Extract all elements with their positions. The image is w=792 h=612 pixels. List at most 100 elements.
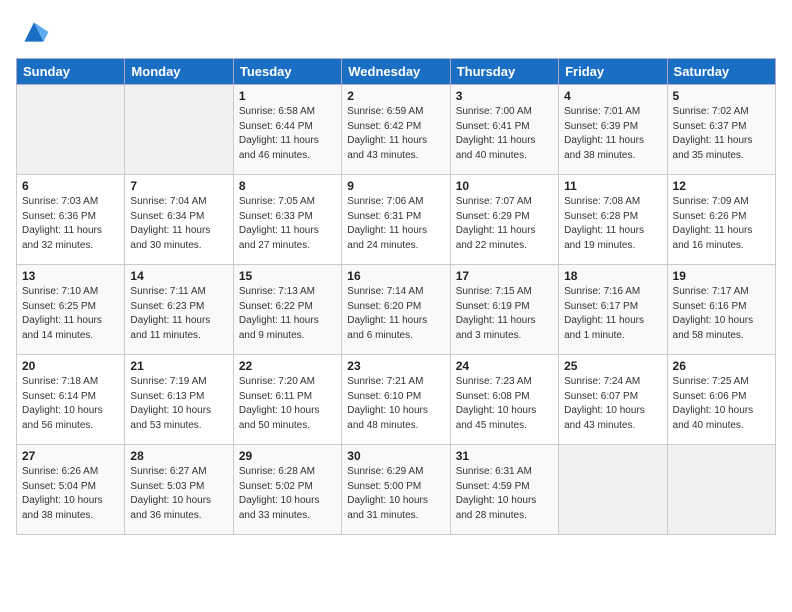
- day-cell: 2 Sunrise: 6:59 AM Sunset: 6:42 PM Daylig…: [342, 85, 450, 175]
- day-cell: 30 Sunrise: 6:29 AM Sunset: 5:00 PM Dayli…: [342, 445, 450, 535]
- week-row-5: 27Sunrise: 6:26 AM Sunset: 5:04 PM Dayli…: [17, 445, 776, 535]
- day-info: Sunrise: 6:29 AM Sunset: 5:00 PM Dayligh…: [347, 465, 444, 523]
- day-info: Sunrise: 7:05 AM Sunset: 6:33 PM Dayligh…: [239, 195, 336, 253]
- day-number: 29: [239, 449, 336, 463]
- day-cell: 14 Sunrise: 7:11 AM Sunset: 6:23 PM Dayli…: [125, 265, 233, 355]
- day-cell: 19Sunrise: 7:17 AM Sunset: 6:16 PM Dayli…: [667, 265, 775, 355]
- day-cell: 13Sunrise: 7:10 AM Sunset: 6:25 PM Dayli…: [17, 265, 125, 355]
- day-number: 31: [456, 449, 553, 463]
- day-info: Sunrise: 6:58 AM Sunset: 6:44 PM Dayligh…: [239, 105, 336, 163]
- day-info: Sunrise: 7:02 AM Sunset: 6:37 PM Dayligh…: [673, 105, 770, 163]
- day-number: 1: [239, 89, 336, 103]
- day-number: 15: [239, 269, 336, 283]
- day-number: 9: [347, 179, 444, 193]
- day-number: 18: [564, 269, 661, 283]
- day-cell: 7 Sunrise: 7:04 AM Sunset: 6:34 PM Daylig…: [125, 175, 233, 265]
- day-info: Sunrise: 7:23 AM Sunset: 6:08 PM Dayligh…: [456, 375, 553, 433]
- day-cell: 11 Sunrise: 7:08 AM Sunset: 6:28 PM Dayli…: [559, 175, 667, 265]
- day-number: 14: [130, 269, 227, 283]
- day-info: Sunrise: 7:21 AM Sunset: 6:10 PM Dayligh…: [347, 375, 444, 433]
- day-cell: 22Sunrise: 7:20 AM Sunset: 6:11 PM Dayli…: [233, 355, 341, 445]
- day-cell: [17, 85, 125, 175]
- day-cell: 21Sunrise: 7:19 AM Sunset: 6:13 PM Dayli…: [125, 355, 233, 445]
- day-cell: 16 Sunrise: 7:14 AM Sunset: 6:20 PM Dayli…: [342, 265, 450, 355]
- day-info: Sunrise: 6:59 AM Sunset: 6:42 PM Dayligh…: [347, 105, 444, 163]
- day-number: 23: [347, 359, 444, 373]
- day-info: Sunrise: 7:06 AM Sunset: 6:31 PM Dayligh…: [347, 195, 444, 253]
- day-number: 21: [130, 359, 227, 373]
- day-number: 7: [130, 179, 227, 193]
- day-info: Sunrise: 7:04 AM Sunset: 6:34 PM Dayligh…: [130, 195, 227, 253]
- day-number: 24: [456, 359, 553, 373]
- day-info: Sunrise: 7:07 AM Sunset: 6:29 PM Dayligh…: [456, 195, 553, 253]
- day-info: Sunrise: 7:10 AM Sunset: 6:25 PM Dayligh…: [22, 285, 119, 343]
- day-number: 16: [347, 269, 444, 283]
- col-header-sunday: Sunday: [17, 59, 125, 85]
- day-cell: 28 Sunrise: 6:27 AM Sunset: 5:03 PM Dayli…: [125, 445, 233, 535]
- day-cell: 3 Sunrise: 7:00 AM Sunset: 6:41 PM Daylig…: [450, 85, 558, 175]
- day-number: 2: [347, 89, 444, 103]
- day-info: Sunrise: 7:24 AM Sunset: 6:07 PM Dayligh…: [564, 375, 661, 433]
- day-cell: 29 Sunrise: 6:28 AM Sunset: 5:02 PM Dayli…: [233, 445, 341, 535]
- day-number: 17: [456, 269, 553, 283]
- day-info: Sunrise: 6:31 AM Sunset: 4:59 PM Dayligh…: [456, 465, 553, 523]
- day-cell: 24 Sunrise: 7:23 AM Sunset: 6:08 PM Dayli…: [450, 355, 558, 445]
- logo: [16, 16, 50, 48]
- day-cell: 20 Sunrise: 7:18 AM Sunset: 6:14 PM Dayli…: [17, 355, 125, 445]
- day-cell: 8 Sunrise: 7:05 AM Sunset: 6:33 PM Daylig…: [233, 175, 341, 265]
- day-info: Sunrise: 7:09 AM Sunset: 6:26 PM Dayligh…: [673, 195, 770, 253]
- day-cell: [667, 445, 775, 535]
- day-cell: [125, 85, 233, 175]
- day-cell: 9 Sunrise: 7:06 AM Sunset: 6:31 PM Daylig…: [342, 175, 450, 265]
- day-cell: 27Sunrise: 6:26 AM Sunset: 5:04 PM Dayli…: [17, 445, 125, 535]
- day-number: 20: [22, 359, 119, 373]
- day-number: 11: [564, 179, 661, 193]
- day-number: 3: [456, 89, 553, 103]
- day-number: 22: [239, 359, 336, 373]
- day-info: Sunrise: 7:25 AM Sunset: 6:06 PM Dayligh…: [673, 375, 770, 433]
- header: [16, 16, 776, 48]
- week-row-3: 13Sunrise: 7:10 AM Sunset: 6:25 PM Dayli…: [17, 265, 776, 355]
- day-cell: 12 Sunrise: 7:09 AM Sunset: 6:26 PM Dayli…: [667, 175, 775, 265]
- day-number: 6: [22, 179, 119, 193]
- day-cell: 26 Sunrise: 7:25 AM Sunset: 6:06 PM Dayli…: [667, 355, 775, 445]
- day-number: 19: [673, 269, 770, 283]
- day-cell: 18 Sunrise: 7:16 AM Sunset: 6:17 PM Dayli…: [559, 265, 667, 355]
- day-info: Sunrise: 6:28 AM Sunset: 5:02 PM Dayligh…: [239, 465, 336, 523]
- header-row: SundayMondayTuesdayWednesdayThursdayFrid…: [17, 59, 776, 85]
- day-cell: [559, 445, 667, 535]
- day-info: Sunrise: 7:16 AM Sunset: 6:17 PM Dayligh…: [564, 285, 661, 343]
- day-cell: 25Sunrise: 7:24 AM Sunset: 6:07 PM Dayli…: [559, 355, 667, 445]
- day-info: Sunrise: 7:14 AM Sunset: 6:20 PM Dayligh…: [347, 285, 444, 343]
- col-header-tuesday: Tuesday: [233, 59, 341, 85]
- day-info: Sunrise: 7:11 AM Sunset: 6:23 PM Dayligh…: [130, 285, 227, 343]
- day-info: Sunrise: 7:01 AM Sunset: 6:39 PM Dayligh…: [564, 105, 661, 163]
- day-info: Sunrise: 7:18 AM Sunset: 6:14 PM Dayligh…: [22, 375, 119, 433]
- calendar-table: SundayMondayTuesdayWednesdayThursdayFrid…: [16, 58, 776, 535]
- day-info: Sunrise: 7:00 AM Sunset: 6:41 PM Dayligh…: [456, 105, 553, 163]
- day-number: 26: [673, 359, 770, 373]
- day-number: 12: [673, 179, 770, 193]
- week-row-2: 6 Sunrise: 7:03 AM Sunset: 6:36 PM Daylig…: [17, 175, 776, 265]
- day-number: 5: [673, 89, 770, 103]
- day-cell: 31 Sunrise: 6:31 AM Sunset: 4:59 PM Dayli…: [450, 445, 558, 535]
- day-info: Sunrise: 7:13 AM Sunset: 6:22 PM Dayligh…: [239, 285, 336, 343]
- day-info: Sunrise: 7:08 AM Sunset: 6:28 PM Dayligh…: [564, 195, 661, 253]
- day-cell: 23 Sunrise: 7:21 AM Sunset: 6:10 PM Dayli…: [342, 355, 450, 445]
- day-number: 4: [564, 89, 661, 103]
- day-number: 30: [347, 449, 444, 463]
- day-cell: 5 Sunrise: 7:02 AM Sunset: 6:37 PM Daylig…: [667, 85, 775, 175]
- day-info: Sunrise: 7:03 AM Sunset: 6:36 PM Dayligh…: [22, 195, 119, 253]
- col-header-friday: Friday: [559, 59, 667, 85]
- day-number: 28: [130, 449, 227, 463]
- week-row-4: 20 Sunrise: 7:18 AM Sunset: 6:14 PM Dayli…: [17, 355, 776, 445]
- day-cell: 15 Sunrise: 7:13 AM Sunset: 6:22 PM Dayli…: [233, 265, 341, 355]
- day-number: 10: [456, 179, 553, 193]
- day-cell: 1 Sunrise: 6:58 AM Sunset: 6:44 PM Daylig…: [233, 85, 341, 175]
- day-info: Sunrise: 6:27 AM Sunset: 5:03 PM Dayligh…: [130, 465, 227, 523]
- day-cell: 10 Sunrise: 7:07 AM Sunset: 6:29 PM Dayli…: [450, 175, 558, 265]
- col-header-wednesday: Wednesday: [342, 59, 450, 85]
- logo-icon: [18, 16, 50, 48]
- day-number: 8: [239, 179, 336, 193]
- week-row-1: 1 Sunrise: 6:58 AM Sunset: 6:44 PM Daylig…: [17, 85, 776, 175]
